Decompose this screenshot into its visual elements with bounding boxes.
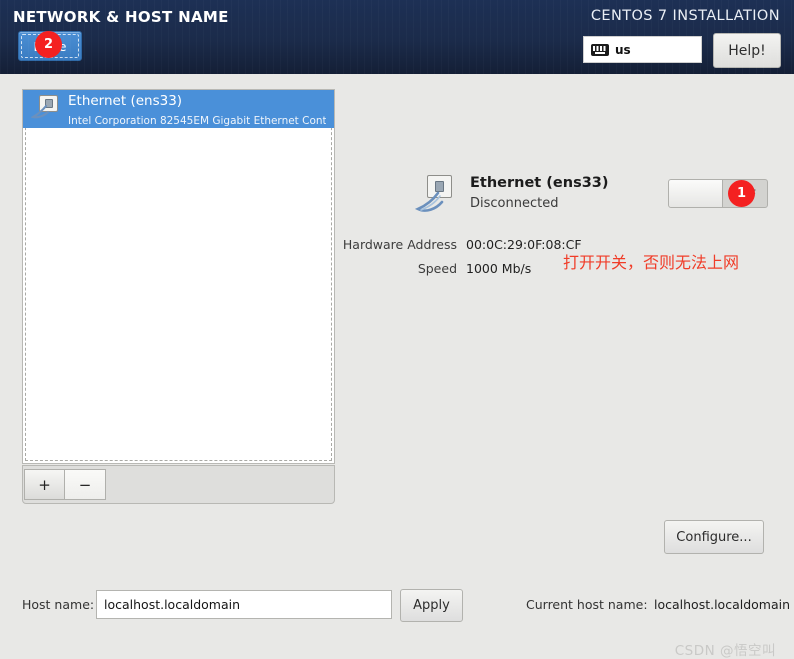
apply-button-label: Apply xyxy=(413,598,450,613)
device-detail-header: Ethernet (ens33) Disconnected xyxy=(415,174,609,218)
list-item-subtitle: Intel Corporation 82545EM Gigabit Ethern… xyxy=(68,115,326,127)
remove-device-button[interactable]: − xyxy=(65,469,106,500)
hostname-input[interactable] xyxy=(96,590,392,619)
device-detail-fields: Hardware Address 00:0C:29:0F:08:CF Speed… xyxy=(340,237,590,285)
toggle-knob xyxy=(669,180,723,207)
network-device-list[interactable]: Ethernet (ens33) Intel Corporation 82545… xyxy=(22,89,335,464)
add-device-button[interactable]: + xyxy=(24,469,65,500)
current-hostname-value: localhost.localdomain xyxy=(654,597,791,612)
speed-value: 1000 Mb/s xyxy=(466,261,532,276)
watermark: CSDN @悟空叫 xyxy=(674,643,776,659)
configure-button[interactable]: Configure... xyxy=(664,520,764,554)
detail-field-row: Speed 1000 Mb/s xyxy=(340,261,590,276)
wired-network-icon xyxy=(415,174,459,218)
device-connection-status: Disconnected xyxy=(470,196,559,211)
device-detail-title: Ethernet (ens33) xyxy=(470,175,609,191)
detail-field-row: Hardware Address 00:0C:29:0F:08:CF xyxy=(340,237,590,252)
device-detail-text: Ethernet (ens33) Disconnected xyxy=(470,174,609,213)
wired-network-icon xyxy=(31,94,61,124)
help-button-label: Help! xyxy=(728,42,766,59)
speed-label: Speed xyxy=(417,261,457,276)
keyboard-icon xyxy=(591,43,609,56)
page-title: NETWORK & HOST NAME xyxy=(13,8,229,26)
hostname-label: Host name: xyxy=(22,597,95,612)
list-item-text: Ethernet (ens33) Intel Corporation 82545… xyxy=(68,90,326,128)
device-list-toolbar: + − xyxy=(22,465,335,504)
configure-button-label: Configure... xyxy=(676,529,752,545)
keyboard-layout-indicator[interactable]: us xyxy=(583,36,702,63)
annotation-text: 打开开关，否则无法上网 xyxy=(563,253,740,272)
keyboard-layout-label: us xyxy=(615,42,631,57)
current-hostname-label: Current host name: xyxy=(526,597,648,612)
installation-title: CENTOS 7 INSTALLATION xyxy=(590,8,780,24)
list-item[interactable]: Ethernet (ens33) Intel Corporation 82545… xyxy=(23,90,334,128)
list-item-title: Ethernet (ens33) xyxy=(68,93,183,109)
list-focus-ring xyxy=(25,92,332,461)
hardware-address-label: Hardware Address xyxy=(342,237,457,252)
step-2-badge: 2 xyxy=(35,31,62,58)
installer-header: NETWORK & HOST NAME CENTOS 7 INSTALLATIO… xyxy=(0,0,794,74)
content-area: Ethernet (ens33) Intel Corporation 82545… xyxy=(0,74,794,659)
step-1-badge: 1 xyxy=(728,180,755,207)
help-button[interactable]: Help! xyxy=(713,33,781,68)
